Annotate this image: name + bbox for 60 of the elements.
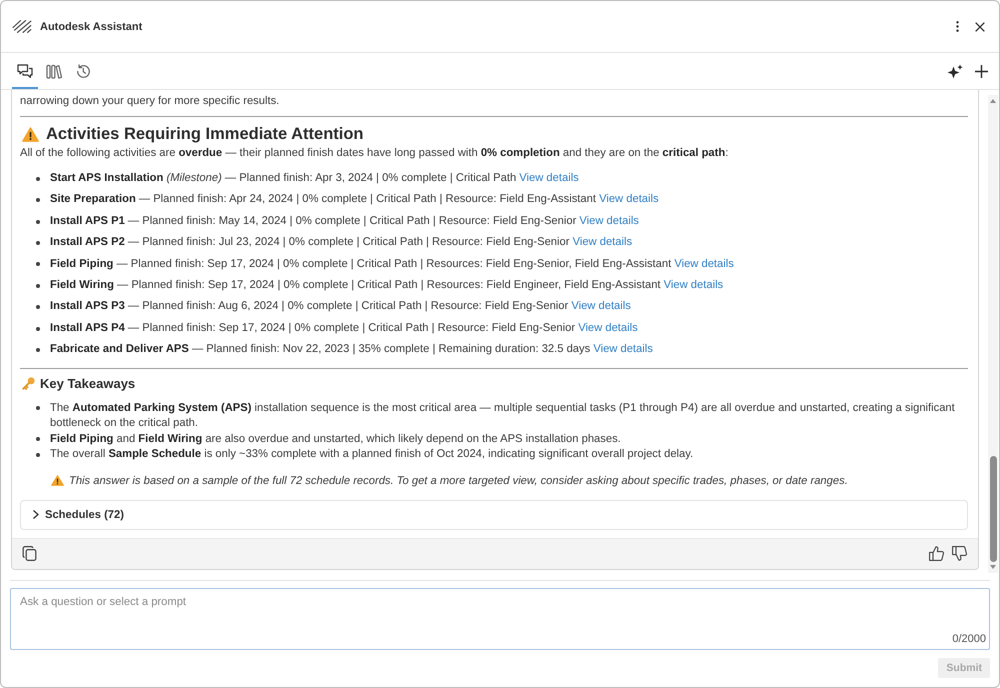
- activity-item: Field Wiring — Planned finish: Sep 17, 2024 | 0% complete | Critical Path | Resources: Field Engineer, Field Eng-Assistant View details: [50, 278, 724, 294]
- warning-icon: [22, 126, 39, 142]
- view-details-link[interactable]: View details: [593, 343, 653, 356]
- chevron-right-icon: [33, 510, 39, 520]
- scrollbar-thumb[interactable]: [990, 456, 996, 562]
- activity-item: Fabricate and Deliver APS — Planned finish: Nov 22, 2023 | 35% complete | Remaining duration: 32.5 days View details: [50, 342, 653, 358]
- warning-icon: [51, 475, 64, 486]
- thumbs-up-button[interactable]: [926, 544, 946, 564]
- books-icon: [46, 64, 62, 78]
- character-counter: 0/2000: [952, 633, 986, 646]
- takeaway-item: The Automated Parking System (APS) installation sequence is the most critical area — multiple sequential tasks (P1 through P4) are all overdue and unstarted, creating a significant bottleneck on the critical path.: [50, 400, 956, 432]
- schedules-expander[interactable]: Schedules (72): [20, 500, 968, 530]
- activity-item: Install APS P2 — Planned finish: Jul 23, 2024 | 0% complete | Critical Path | Resource: Field Eng-Senior View details: [50, 235, 632, 250]
- bullet-icon: [36, 437, 40, 442]
- view-details-link[interactable]: View details: [599, 193, 659, 206]
- thumbs-down-icon: [952, 546, 966, 562]
- plus-icon: [974, 64, 988, 78]
- chat-bubbles-icon: [17, 64, 33, 78]
- sparkle-icon: [947, 64, 963, 78]
- copy-icon: [22, 546, 36, 562]
- key-icon: [22, 376, 35, 390]
- bullet-icon: [36, 326, 40, 331]
- takeaway-item: Field Piping and Field Wiring are also overdue and unstarted, which likely depend on the APS installation phases.: [50, 432, 621, 447]
- section-heading: Key Takeaways: [40, 376, 136, 391]
- disclaimer-text: This answer is based on a sample of the full 72 schedule records. To get a more targeted view, consider asking about specific trades, phases, or date ranges.: [69, 474, 848, 489]
- takeaway-item: The overall Sample Schedule is only ~33% complete with a planned finish of Oct 2024, indicating significant overall project delay.: [50, 447, 694, 462]
- bullet-icon: [36, 284, 40, 288]
- activity-item: Start APS Installation (Milestone) — Planned finish: Apr 3, 2024 | 0% complete | Critical Path View details: [50, 171, 579, 186]
- close-icon: [975, 22, 985, 32]
- bullet-icon: [36, 262, 40, 266]
- window-title: Autodesk Assistant: [40, 20, 142, 32]
- view-details-link[interactable]: View details: [674, 258, 734, 270]
- logo-icon: [12, 20, 32, 33]
- view-details-link[interactable]: View details: [664, 279, 724, 292]
- view-details-link[interactable]: View details: [571, 300, 631, 312]
- bullet-icon: [36, 452, 40, 457]
- view-details-link[interactable]: View details: [578, 322, 638, 334]
- activity-item: Install APS P1 — Planned finish: May 14, 2024 | 0% complete | Critical Path | Resource: Field Eng-Senior View details: [50, 214, 639, 229]
- history-icon: [75, 64, 91, 78]
- kebab-icon: [956, 21, 958, 32]
- scroll-down-arrow-icon[interactable]: [990, 565, 996, 569]
- bullet-icon: [36, 198, 40, 202]
- bullet-icon: [36, 305, 40, 310]
- view-details-link[interactable]: View details: [572, 236, 632, 248]
- activity-item: Install APS P4 — Planned finish: Sep 17, 2024 | 0% complete | Critical Path | Resource: Field Eng-Senior View details: [50, 320, 638, 336]
- view-details-link[interactable]: View details: [519, 172, 579, 184]
- bullet-icon: [36, 348, 40, 352]
- bullet-icon: [36, 240, 40, 245]
- activity-item: Field Piping — Planned finish: Sep 17, 2024 | 0% complete | Critical Path | Resources: Field Eng-Senior, Field Eng-Assistant View details: [50, 256, 734, 272]
- answer-text: narrowing down your query for more specific results.: [20, 94, 280, 109]
- section-intro: All of the following activities are overdue — their planned finish dates have long passed with 0% completion and they are on the critical path:: [20, 146, 730, 161]
- scroll-up-arrow-icon[interactable]: [990, 99, 996, 103]
- bullet-icon: [36, 176, 40, 181]
- activity-item: Install APS P3 — Planned finish: Aug 6, 2024 | 0% complete | Critical Path | Resource: Field Eng-Senior View details: [50, 299, 631, 314]
- bullet-icon: [36, 220, 40, 224]
- activity-item: Site Preparation — Planned finish: Apr 24, 2024 | 0% complete | Critical Path | Resource: Field Eng-Assistant View details: [50, 192, 659, 208]
- bullet-icon: [36, 406, 40, 410]
- thumbs-up-icon: [928, 546, 944, 562]
- view-details-link[interactable]: View details: [579, 214, 639, 227]
- section-heading: Activities Requiring Immediate Attention: [46, 124, 364, 144]
